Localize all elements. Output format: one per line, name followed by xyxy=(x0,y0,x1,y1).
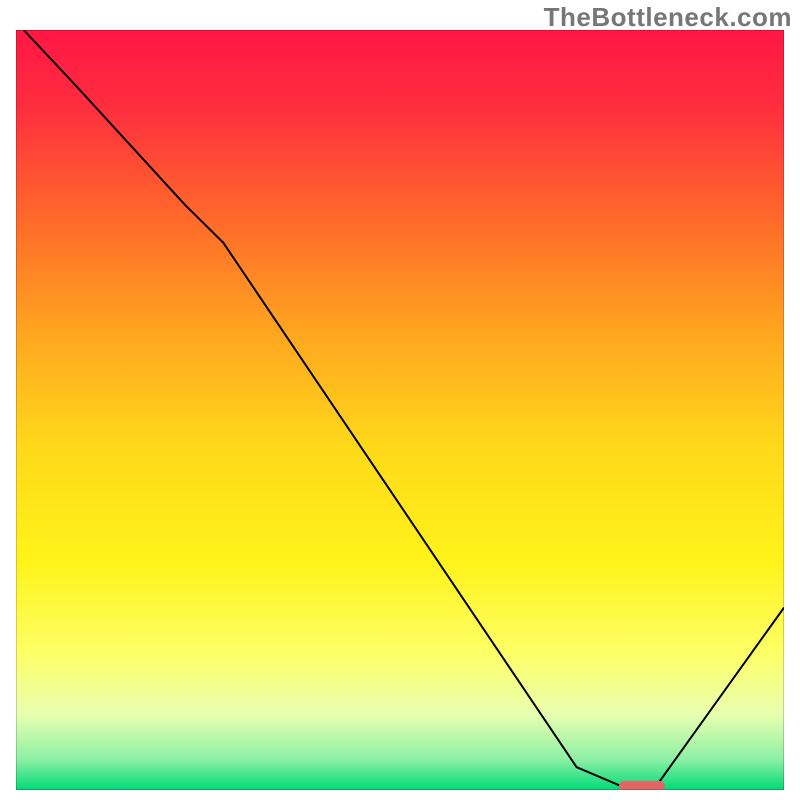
watermark-text: TheBottleneck.com xyxy=(544,2,792,33)
gradient-background xyxy=(16,30,784,790)
bottleneck-chart: TheBottleneck.com xyxy=(0,0,800,800)
optimal-range-marker xyxy=(619,781,665,790)
chart-plot-area xyxy=(16,30,784,790)
